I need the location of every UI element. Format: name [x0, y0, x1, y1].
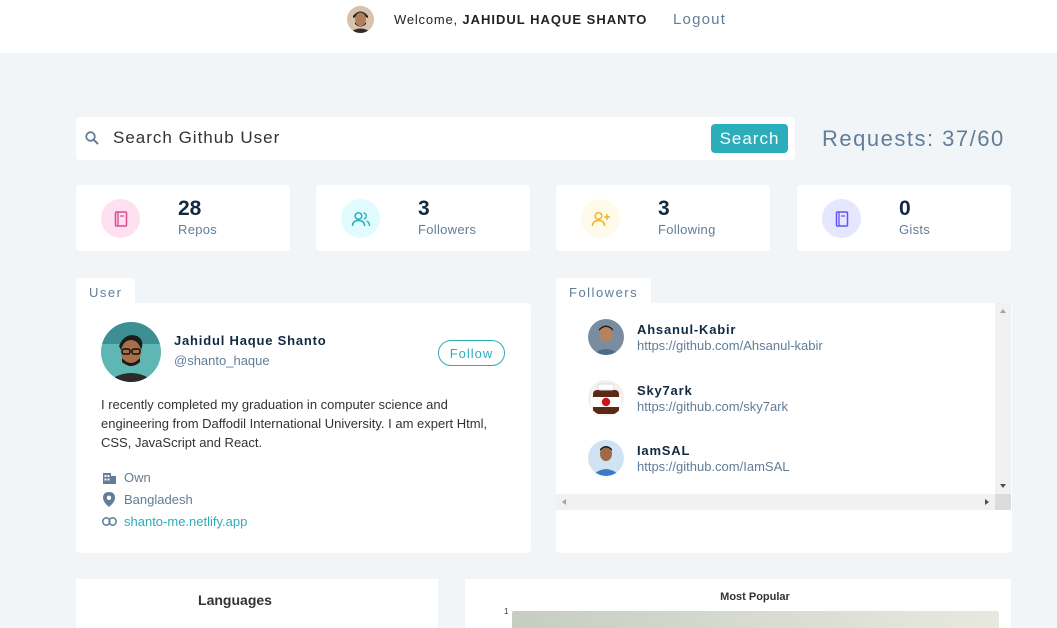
search-icon — [84, 130, 100, 146]
follower-url[interactable]: https://github.com/sky7ark — [637, 399, 788, 414]
stat-label: Repos — [178, 222, 218, 237]
follower-avatar — [588, 440, 624, 476]
follower-login: IamSAL — [637, 443, 691, 458]
stat-value: 0 — [899, 197, 911, 220]
navbar-avatar — [347, 6, 374, 33]
user-plus-icon — [581, 199, 620, 238]
stat-card-followers: 3 Followers — [316, 185, 530, 251]
follower-avatar — [588, 319, 624, 355]
search-form: Search — [76, 117, 795, 160]
horizontal-scrollbar[interactable] — [556, 494, 995, 510]
scrollbar-corner — [995, 494, 1011, 510]
follower-avatar — [588, 380, 624, 416]
building-icon — [101, 469, 117, 485]
stat-card-following: 3 Following — [556, 185, 770, 251]
blog-row: shanto-me.netlify.app — [101, 513, 247, 529]
welcome-prefix: Welcome, — [394, 12, 458, 27]
user-avatar — [101, 322, 161, 382]
follower-url[interactable]: https://github.com/IamSAL — [637, 459, 789, 474]
stat-value: 3 — [418, 197, 430, 220]
stat-label: Followers — [418, 222, 477, 237]
popular-chart-axis-tick: 1 — [504, 607, 509, 616]
follower-url[interactable]: https://github.com/Ahsanul-kabir — [637, 338, 823, 353]
welcome-user-name: JAHIDUL HAQUE SHANTO — [462, 12, 648, 27]
followers-card-tab: Followers — [556, 278, 652, 304]
popular-chart-card: Most Popular 1 — [465, 579, 1011, 628]
location-text: Bangladesh — [124, 491, 193, 507]
link-icon — [101, 513, 117, 529]
languages-chart-card: Languages — [76, 579, 438, 628]
logout-button[interactable]: Logout — [673, 11, 726, 28]
user-handle: @shanto_haque — [174, 353, 270, 368]
popular-chart-bar — [512, 611, 999, 628]
users-icon — [341, 199, 380, 238]
navbar: Welcome, JAHIDUL HAQUE SHANTO Logout — [0, 0, 1057, 53]
user-bio: I recently completed my graduation in co… — [101, 397, 488, 450]
stat-value: 3 — [658, 197, 670, 220]
user-card-tab: User — [76, 278, 136, 304]
map-pin-icon — [101, 491, 117, 507]
languages-chart-title: Languages — [198, 592, 272, 608]
blog-link[interactable]: shanto-me.netlify.app — [124, 514, 247, 529]
book-icon — [101, 199, 140, 238]
stat-value: 28 — [178, 197, 202, 220]
followers-card: Ahsanul-Kabir https://github.com/Ahsanul… — [556, 303, 1012, 553]
requests-counter: Requests: 37/60 — [822, 126, 1005, 151]
follower-login: Ahsanul-Kabir — [637, 322, 737, 337]
vertical-scrollbar[interactable] — [995, 303, 1011, 494]
book-icon — [822, 199, 861, 238]
company-row: Own — [101, 469, 151, 485]
company-text: Own — [124, 469, 151, 485]
search-input[interactable] — [113, 125, 693, 151]
stat-label: Gists — [899, 222, 931, 237]
user-card: Jahidul Haque Shanto @shanto_haque Follo… — [76, 303, 531, 553]
followers-list[interactable]: Ahsanul-Kabir https://github.com/Ahsanul… — [556, 303, 995, 494]
stat-label: Following — [658, 222, 716, 237]
user-name: Jahidul Haque Shanto — [174, 333, 327, 348]
welcome-text: Welcome, JAHIDUL HAQUE SHANTO — [394, 12, 647, 27]
stat-card-gists: 0 Gists — [797, 185, 1011, 251]
stat-card-repos: 28 Repos — [76, 185, 290, 251]
search-button[interactable]: Search — [711, 124, 788, 153]
follower-login: Sky7ark — [637, 383, 693, 398]
location-row: Bangladesh — [101, 491, 193, 507]
popular-chart-title: Most Popular — [720, 591, 790, 603]
follow-button[interactable]: Follow — [438, 340, 505, 366]
